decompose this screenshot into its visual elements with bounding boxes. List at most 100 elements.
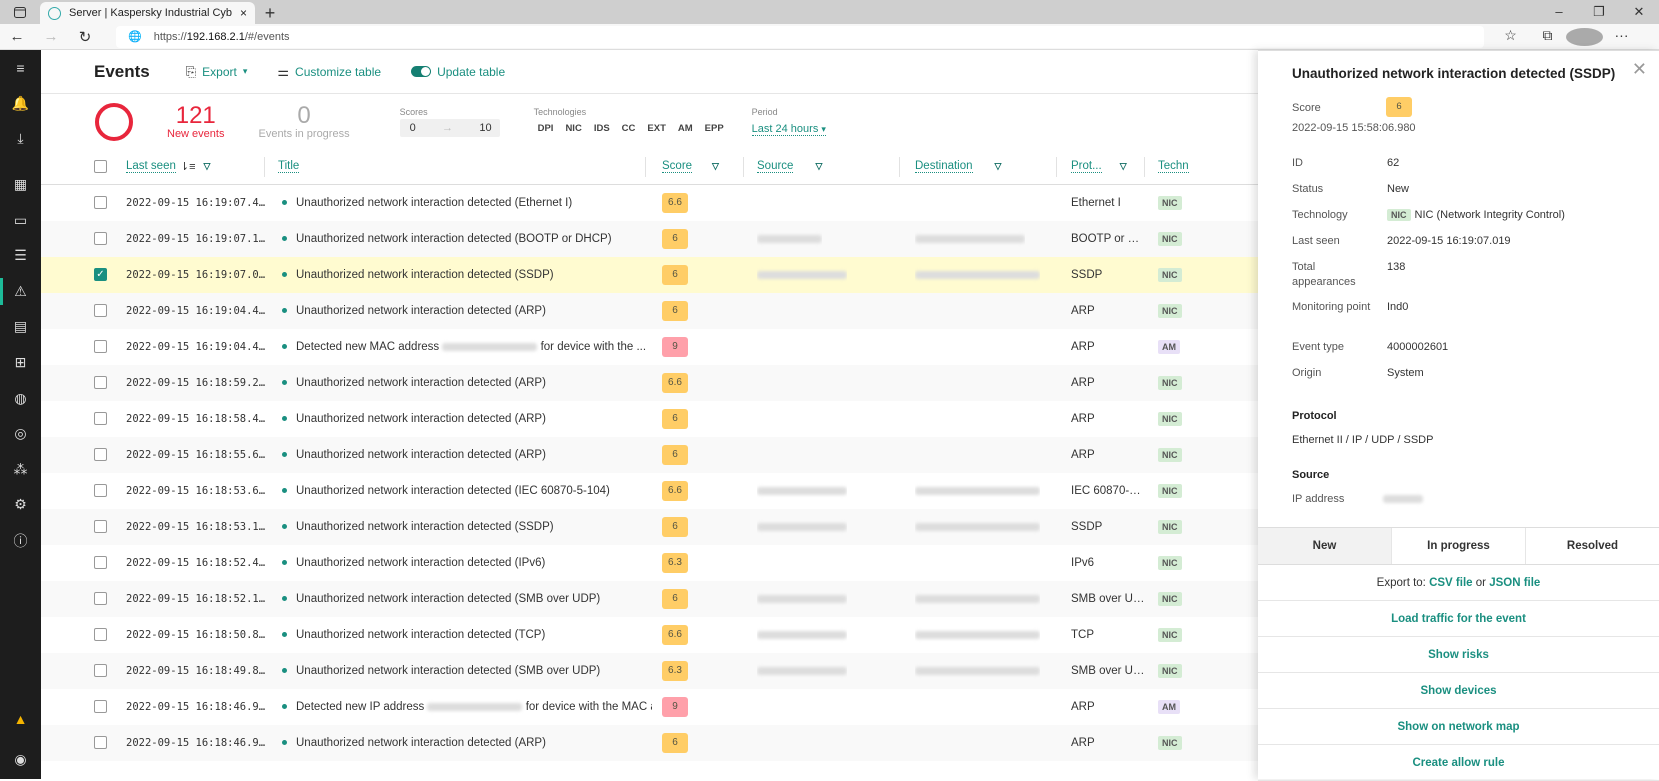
address-bar[interactable]: 🌐 https://192.168.2.1/#/events [116,25,1484,48]
row-checkbox[interactable] [94,484,107,497]
column-title[interactable]: Title [278,149,300,185]
sidebar-item-monitor[interactable]: ▤ [0,309,41,345]
table-row[interactable]: 2022-09-15 16:18:53.1… Unauthorized netwo… [41,509,1258,545]
reload-button[interactable]: ↻ [68,28,102,46]
column-destination[interactable]: Destination ▽ [915,149,1001,185]
technology-filter-ids[interactable]: IDS [594,123,610,134]
action-load-traffic-for-the-event[interactable]: Load traffic for the event [1258,601,1659,637]
period-dropdown[interactable]: Last 24 hours ▾ [751,120,826,136]
update-table-toggle[interactable]: Update table [411,65,505,79]
column-score[interactable]: Score ▽ [662,149,719,185]
action-show-on-network-map[interactable]: Show on network map [1258,709,1659,745]
table-row[interactable]: 2022-09-15 16:18:49.8… Unauthorized netwo… [41,653,1258,689]
new-events-stat[interactable]: 121 New events [167,103,224,140]
export-json-link[interactable]: JSON file [1489,577,1540,589]
table-row[interactable]: 2022-09-15 16:18:50.8… Unauthorized netwo… [41,617,1258,653]
technology-filter-dpi[interactable]: DPI [538,123,554,134]
title-cell[interactable]: Unauthorized network interaction detecte… [282,473,652,509]
table-row[interactable]: 2022-09-15 16:19:04.4… Detected new MAC a… [41,329,1258,365]
title-cell[interactable]: Unauthorized network interaction detecte… [282,437,652,473]
customize-table-button[interactable]: ⚌ Customize table [277,64,381,80]
row-checkbox[interactable] [94,232,107,245]
row-checkbox[interactable] [94,736,107,749]
action-show-devices[interactable]: Show devices [1258,673,1659,709]
table-row[interactable]: 2022-09-15 16:18:46.9… Unauthorized netwo… [41,725,1258,761]
technology-filter-ext[interactable]: EXT [647,123,665,134]
technology-filter-epp[interactable]: EPP [705,123,724,134]
sidebar-item-tree[interactable]: ☰ [0,238,41,274]
in-progress-stat[interactable]: 0 Events in progress [258,103,349,140]
title-cell[interactable]: Unauthorized network interaction detecte… [282,293,652,329]
back-button[interactable]: ← [0,28,34,45]
close-icon[interactable]: ✕ [1632,59,1647,80]
title-cell[interactable]: Detected new IP address for device with … [282,689,652,725]
export-csv-link[interactable]: CSV file [1429,577,1472,589]
title-cell[interactable]: Unauthorized network interaction detecte… [282,653,652,689]
sidebar-item-globe[interactable]: ◍ [0,380,41,416]
action-create-allow-rule[interactable]: Create allow rule [1258,745,1659,781]
filter-icon[interactable]: ▽ [204,161,211,172]
select-all-checkbox[interactable] [94,160,107,173]
title-cell[interactable]: Detected new MAC address for device with… [282,329,652,365]
sidebar-item-menu[interactable]: ≡ [0,50,41,86]
sidebar-item-dashboard[interactable]: ▦ [0,167,41,203]
column-last-seen[interactable]: Last seen ⇂≡ ▽ [126,149,210,185]
table-row[interactable]: 2022-09-15 16:18:55.6… Unauthorized netwo… [41,437,1258,473]
title-cell[interactable]: Unauthorized network interaction detecte… [282,725,652,761]
table-row[interactable]: 2022-09-15 16:18:46.9… Detected new IP ad… [41,689,1258,725]
status-in-progress[interactable]: In progress [1391,528,1525,564]
profile-button[interactable] [1566,27,1603,46]
column-technology[interactable]: Techn [1158,149,1189,185]
row-checkbox[interactable] [94,700,107,713]
sidebar-item-settings[interactable]: ⚙ [0,487,41,523]
title-cell[interactable]: Unauthorized network interaction detecte… [282,365,652,401]
column-protocol[interactable]: Prot... ▽ [1071,149,1127,185]
row-checkbox[interactable] [94,376,107,389]
row-checkbox[interactable] [94,628,107,641]
restore-button[interactable]: ❐ [1579,0,1619,24]
title-cell[interactable]: Unauthorized network interaction detecte… [282,509,652,545]
close-tab-icon[interactable]: × [240,6,247,20]
row-checkbox[interactable] [94,340,107,353]
new-tab-button[interactable]: + [255,2,285,24]
scores-range-input[interactable]: 0 → 10 [399,119,500,137]
action-show-risks[interactable]: Show risks [1258,637,1659,673]
row-checkbox[interactable] [94,412,107,425]
table-row[interactable]: 2022-09-15 16:18:53.6… Unauthorized netwo… [41,473,1258,509]
table-row[interactable]: 2022-09-15 16:19:07.1… Unauthorized netwo… [41,221,1258,257]
column-source[interactable]: Source ▽ [757,149,822,185]
technology-filter-nic[interactable]: NIC [565,123,581,134]
forward-button[interactable]: → [34,28,68,45]
title-cell[interactable]: Unauthorized network interaction detecte… [282,257,652,293]
sort-desc-icon[interactable]: ⇂≡ [180,160,196,173]
sidebar-item-equalizer[interactable]: ⊞ [0,345,41,381]
sidebar-item-download[interactable]: ⤓ [0,121,41,157]
sidebar-item-alert[interactable]: ⚠ [0,274,41,310]
filter-icon[interactable]: ▽ [712,161,719,172]
close-window-button[interactable]: ✕ [1619,0,1659,24]
collections-icon[interactable]: ⧉ [1529,27,1566,45]
sidebar-item-warning[interactable]: ▲ [0,699,41,739]
table-row[interactable]: 2022-09-15 16:19:04.4… Unauthorized netwo… [41,293,1258,329]
tab-actions-button[interactable] [0,0,40,24]
technology-filter-am[interactable]: AM [678,123,693,134]
minimize-button[interactable]: – [1539,0,1579,24]
title-cell[interactable]: Unauthorized network interaction detecte… [282,185,652,221]
filter-icon[interactable]: ▽ [1120,161,1127,172]
table-row[interactable]: 2022-09-15 16:18:59.2… Unauthorized netwo… [41,365,1258,401]
table-row[interactable]: 2022-09-15 16:18:52.1… Unauthorized netwo… [41,581,1258,617]
title-cell[interactable]: Unauthorized network interaction detecte… [282,545,652,581]
sidebar-item-bell[interactable]: 🔔 [0,86,41,122]
sidebar-item-info[interactable]: ⓘ [0,523,41,559]
row-checkbox[interactable] [94,448,107,461]
sidebar-item-devices[interactable]: ▭ [0,202,41,238]
title-cell[interactable]: Unauthorized network interaction detecte… [282,581,652,617]
table-row[interactable]: 2022-09-15 16:18:58.4… Unauthorized netwo… [41,401,1258,437]
technology-filter-cc[interactable]: CC [622,123,636,134]
status-new[interactable]: New [1258,528,1391,564]
row-checkbox[interactable] [94,520,107,533]
title-cell[interactable]: Unauthorized network interaction detecte… [282,401,652,437]
more-icon[interactable]: ··· [1603,27,1640,45]
export-button[interactable]: ⎘ Export ▾ [186,64,248,80]
table-row[interactable]: 2022-09-15 16:19:07.4… Unauthorized netwo… [41,185,1258,221]
